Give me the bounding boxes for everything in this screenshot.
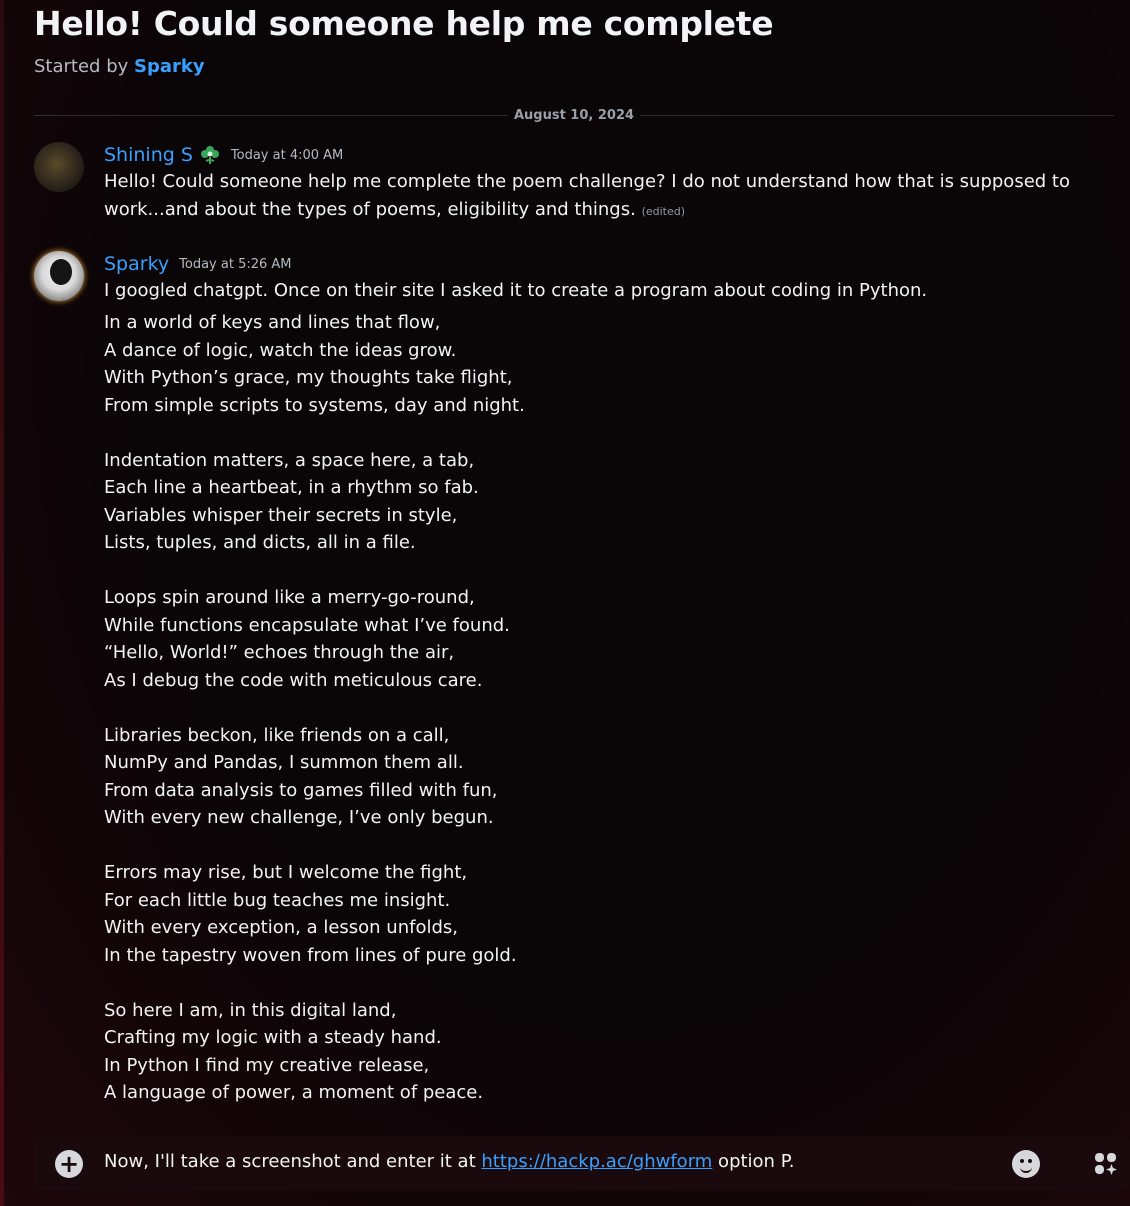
flower-role-icon[interactable] [199,144,221,166]
poem-stanza: Errors may rise, but I welcome the fight… [104,859,1114,969]
poem-line: A dance of logic, watch the ideas grow. [104,339,457,361]
message-shining-s: Shining S Today at 4:00 AM Hello! Could … [34,142,1114,226]
poem-line: With every exception, a lesson unfolds, [104,917,458,938]
poem-stanza: In a world of keys and lines that flow, A… [104,309,1114,419]
poem-line: Variables whisper their secrets in style… [104,504,458,526]
emoji-eye-right [1028,1159,1032,1163]
poem-line: In a world of keys and lines that flow, [104,312,441,333]
poem-stanza: Loops spin around like a merry-go-round,… [104,584,1114,694]
plus-icon: + [58,1150,80,1178]
poem-line: “Hello, World!” echoes through the air, [104,642,455,663]
window-edge [0,0,4,1206]
poem-line: Libraries beckon, like friends on a call… [104,724,450,746]
poem-line: So here I am, in this digital land, [104,999,397,1021]
apps-button[interactable] [1092,1150,1120,1178]
avatar[interactable] [34,142,84,192]
poem-line: As I debug the code with meticulous care… [104,669,483,691]
composer-text-after: option P. [712,1151,795,1172]
poem-stanza: Libraries beckon, like friends on a call… [104,722,1114,832]
poem-line: In Python I find my creative release, [104,1054,430,1076]
message-sparky: Sparky Today at 5:26 AM I googled chatgp… [34,251,1114,1107]
message-composer[interactable]: + Now, I'll take a screenshot and enter … [34,1136,1130,1191]
poem-line: Errors may rise, but I welcome the fight… [104,862,468,883]
poem-line: Lists, tuples, and dicts, all in a file. [104,532,416,553]
poem-line: From data analysis to games filled with … [104,779,498,801]
poem-stanza: So here I am, in this digital land, Craft… [104,997,1114,1107]
poem-block: In a world of keys and lines that flow, A… [104,309,1114,1107]
poem-line: With Python’s grace, my thoughts take fl… [104,367,513,388]
message-text: Hello! Could someone help me complete th… [104,168,1114,226]
poem-line: While functions encapsulate what I’ve fo… [104,614,510,636]
emoji-eye-left [1020,1159,1024,1163]
poem-line: In the tapestry woven from lines of pure… [104,944,517,966]
poem-line: From simple scripts to systems, day and … [104,394,525,416]
message-input[interactable]: Now, I'll take a screenshot and enter it… [104,1151,794,1172]
date-divider: August 10, 2024 [34,106,1114,124]
composer-link[interactable]: https://hackp.ac/ghwform [481,1151,712,1172]
message-timestamp[interactable]: Today at 5:26 AM [179,257,291,272]
message-header: Sparky Today at 5:26 AM [104,251,1114,277]
poem-line: For each little bug teaches me insight. [104,889,451,911]
date-divider-label: August 10, 2024 [507,107,641,123]
message-timestamp[interactable]: Today at 4:00 AM [231,148,343,163]
thread-author-link[interactable]: Sparky [134,56,205,77]
avatar[interactable] [34,251,84,301]
message-content: Hello! Could someone help me complete th… [104,171,1070,220]
poem-line: Loops spin around like a merry-go-round, [104,587,475,608]
username[interactable]: Shining S [104,144,193,166]
emoji-mouth [1020,1165,1032,1173]
thread-header: Hello! Could someone help me complete St… [34,2,1110,77]
poem-line: NumPy and Pandas, I summon them all. [104,752,464,773]
poem-line: Crafting my logic with a steady hand. [104,1027,442,1048]
composer-text-before: Now, I'll take a screenshot and enter it… [104,1151,482,1172]
poem-line: Indentation matters, a space here, a tab… [104,449,475,471]
started-by: Started by Sparky [34,56,1110,77]
poem-line: With every new challenge, I’ve only begu… [104,807,494,828]
message-header: Shining S Today at 4:00 AM [104,142,1114,168]
message-text: I googled chatgpt. Once on their site I … [104,280,928,301]
add-attachment-button[interactable]: + [55,1150,83,1178]
started-by-label: Started by [34,56,129,77]
emoji-button[interactable] [1012,1150,1040,1178]
thread-title: Hello! Could someone help me complete [34,4,774,43]
poem-line: Each line a heartbeat, in a rhythm so fa… [104,477,479,498]
username[interactable]: Sparky [104,253,169,275]
poem-stanza: Indentation matters, a space here, a tab… [104,447,1114,557]
edited-label: (edited) [641,205,686,218]
poem-line: A language of power, a moment of peace. [104,1082,484,1103]
